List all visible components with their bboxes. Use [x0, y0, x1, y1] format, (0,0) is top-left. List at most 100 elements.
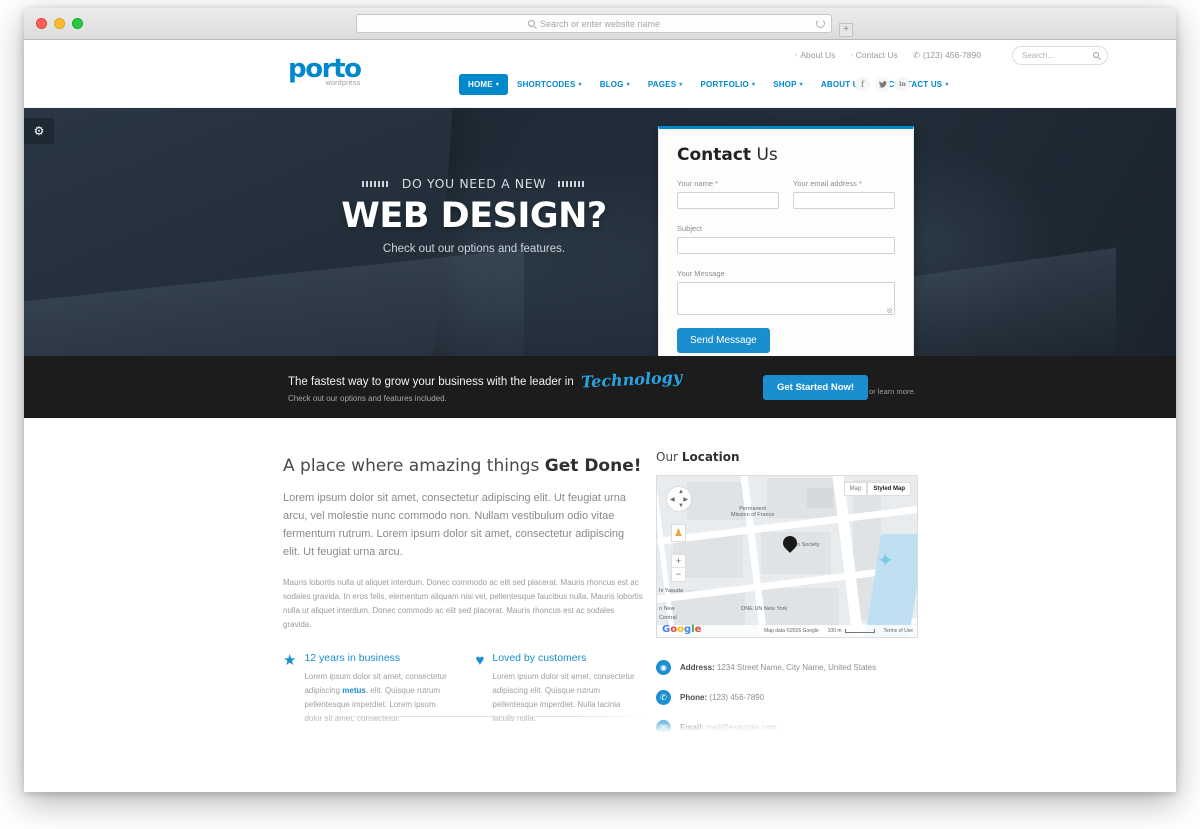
- nav-item-home[interactable]: HOME ▾: [459, 74, 509, 95]
- contact-form-row-subject: Subject: [677, 224, 895, 255]
- contact-detail-text: Address: 1234 Street Name, City Name, Un…: [680, 663, 876, 672]
- topbar-link-contact-us[interactable]: › Contact Us: [850, 50, 897, 60]
- twitter-bird-glyph: [878, 81, 887, 88]
- chevron-down-icon: ▾: [945, 82, 949, 88]
- map-label: Permanent Mission of France: [731, 506, 774, 518]
- contact-detail-label: Address:: [680, 663, 715, 672]
- google-logo: Google: [662, 624, 702, 635]
- send-message-button[interactable]: Send Message: [677, 328, 770, 353]
- cta-headline: The fastest way to grow your business wi…: [288, 367, 683, 392]
- feature-title: 12 years in business: [304, 652, 401, 664]
- message-textarea[interactable]: [677, 282, 895, 315]
- map-label: Central: [659, 615, 677, 621]
- content-right-column: Our Location ✦ Permanent Mission of Fran…: [656, 450, 920, 750]
- location-heading: Our Location: [656, 450, 920, 464]
- reload-icon[interactable]: [816, 19, 825, 28]
- window-traffic-lights: [36, 18, 83, 29]
- utility-topbar: › About Us › Contact Us ✆ (123) 456-7890…: [24, 40, 1176, 70]
- address-search-icon: [527, 20, 535, 27]
- facebook-icon[interactable]: f: [855, 77, 870, 92]
- topbar-phone[interactable]: ✆ (123) 456-7890: [913, 50, 981, 61]
- map-label-text: Mission of France: [731, 512, 775, 518]
- subject-field-label: Subject: [677, 224, 703, 233]
- subject-input[interactable]: [677, 237, 895, 254]
- topbar-link-label: About Us: [800, 50, 836, 60]
- topbar-link-label: Contact Us: [855, 50, 898, 60]
- pan-right-icon[interactable]: ▶: [683, 496, 688, 503]
- social-links: f in: [855, 77, 910, 92]
- name-field-label: Your name *: [677, 179, 719, 188]
- zoom-out-button[interactable]: −: [672, 568, 685, 581]
- nav-item-shortcodes[interactable]: SHORTCODES ▾: [508, 74, 591, 95]
- map-type-buttons: Map Styled Map: [843, 482, 911, 496]
- work-space-heading-light: Work: [308, 734, 346, 749]
- theme-settings-button[interactable]: ⚙: [24, 118, 54, 144]
- contact-form-title: Contact Us: [677, 145, 895, 165]
- message-field-label: Your Message: [677, 269, 725, 278]
- location-heading-light: Our: [656, 450, 682, 464]
- name-input[interactable]: [677, 192, 779, 209]
- topbar-links: › About Us › Contact Us ✆ (123) 456-7890…: [795, 45, 1108, 65]
- scale-bar-line: [844, 629, 875, 633]
- map-terms-link[interactable]: Terms of Use: [884, 628, 913, 634]
- google-map[interactable]: ✦ Permanent Mission of France Japan Soci…: [656, 475, 918, 638]
- contact-form-row-name-email: Your name * Your email address *: [677, 179, 895, 210]
- nav-item-label: PORTFOLIO: [700, 80, 749, 89]
- map-label: n New: [659, 606, 675, 612]
- twitter-icon[interactable]: [875, 77, 890, 92]
- map-type-map-button[interactable]: Map: [843, 482, 868, 496]
- map-scale-bar: 100 m: [828, 628, 875, 634]
- site-logo[interactable]: porto wordpress: [288, 54, 362, 87]
- topbar-phone-number: (123) 456-7890: [922, 50, 981, 60]
- email-input[interactable]: [793, 192, 895, 209]
- get-started-button[interactable]: Get Started Now!: [763, 375, 869, 400]
- nav-item-shop[interactable]: SHOP ▾: [764, 74, 812, 95]
- content-heading-bold: Get Done!: [544, 456, 642, 476]
- cta-band: The fastest way to grow your business wi…: [24, 356, 1176, 418]
- feature-body: Lorem ipsum dolor sit amet, consectetur …: [492, 672, 635, 723]
- section-divider: [308, 716, 648, 717]
- map-park-icon: ✦: [877, 550, 894, 572]
- dash-ornament-right: [558, 180, 587, 187]
- cta-learn-more-link[interactable]: or learn more.: [869, 387, 916, 396]
- close-window-button[interactable]: [36, 18, 47, 29]
- content-small-paragraph: Mauris lobortis nulla ut aliquet interdu…: [283, 578, 643, 629]
- minimize-window-button[interactable]: [54, 18, 65, 29]
- chevron-down-icon: ▾: [679, 82, 683, 88]
- cta-script-word: Technology: [580, 367, 683, 392]
- map-type-styled-map-button[interactable]: Styled Map: [867, 482, 911, 496]
- contact-detail-value[interactable]: mail@example.com: [704, 723, 776, 732]
- chevron-down-icon: ▾: [495, 82, 500, 88]
- linkedin-icon[interactable]: in: [895, 77, 910, 92]
- chevron-down-icon: ▾: [578, 82, 582, 88]
- phone-icon: ✆: [912, 49, 920, 60]
- map-zoom-control[interactable]: + −: [671, 554, 686, 582]
- hero-section: DO YOU NEED A NEW WEB DESIGN? Check out …: [24, 108, 1176, 356]
- phone-icon: ✆: [656, 690, 671, 705]
- nav-item-blog[interactable]: BLOG ▾: [591, 74, 639, 95]
- map-pan-control[interactable]: ▲ ▼ ◀ ▶: [666, 486, 692, 512]
- email-field-label: Your email address *: [793, 179, 862, 188]
- pan-down-icon[interactable]: ▼: [678, 503, 684, 509]
- pan-up-icon[interactable]: ▲: [678, 489, 684, 495]
- address-bar[interactable]: Search or enter website name +: [356, 14, 853, 37]
- contact-form-card: Contact Us Your name * Your email addres…: [658, 126, 914, 356]
- site-header: porto wordpress HOME ▾ SHORTCODES ▾ BLOG…: [24, 54, 1176, 108]
- pan-left-icon[interactable]: ◀: [670, 496, 675, 503]
- maximize-window-button[interactable]: [72, 18, 83, 29]
- nav-item-pages[interactable]: PAGES ▾: [639, 74, 692, 95]
- feature-list: ★ 12 years in business Lorem ipsum dolor…: [283, 652, 643, 726]
- nav-item-label: SHOP: [773, 80, 797, 89]
- nav-item-portfolio[interactable]: PORTFOLIO ▾: [691, 74, 764, 95]
- contact-form-row-message: Your Message: [677, 269, 895, 315]
- feature-body: Lorem ipsum dolor sit amet, consectetur …: [304, 670, 450, 726]
- new-tab-button[interactable]: +: [839, 23, 853, 37]
- street-view-pegman-icon[interactable]: ♟: [671, 524, 686, 542]
- search-icon[interactable]: [1093, 52, 1099, 58]
- header-search-placeholder: Search...: [1022, 50, 1055, 60]
- gear-settings-icon: ⚙: [33, 124, 45, 138]
- header-search-input[interactable]: Search...: [1012, 45, 1108, 65]
- zoom-in-button[interactable]: +: [672, 555, 685, 568]
- topbar-link-about-us[interactable]: › About Us: [795, 50, 835, 60]
- cta-subline: Check out our options and features inclu…: [288, 394, 447, 403]
